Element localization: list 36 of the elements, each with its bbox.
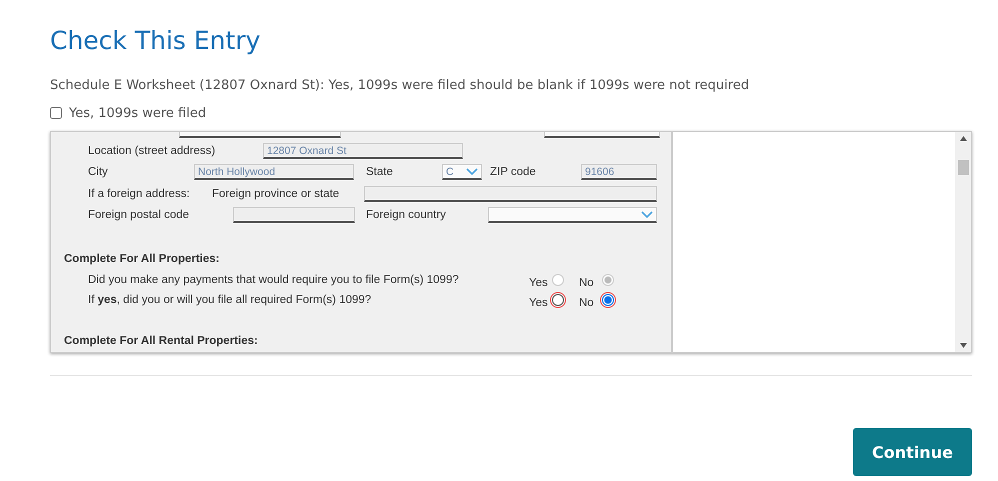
field-label: City (88, 166, 109, 178)
scroll-down-icon[interactable] (960, 343, 966, 348)
checkbox-label: Yes, 1099s were filed (69, 106, 206, 120)
field-label: Foreign postal code (88, 209, 190, 222)
field-label: Location (street address) (88, 144, 216, 157)
section-heading: Complete For All Properties: (63, 252, 220, 267)
page-title: Check This Entry (50, 25, 262, 57)
chevron-down-icon (641, 210, 653, 219)
warning-message: Schedule E Worksheet (12807 Oxnard St): Yes, 1099s were filed should be blank if 1099s were not required (50, 78, 750, 95)
state-dropdown[interactable]: C (442, 164, 482, 180)
option-label: No (579, 276, 595, 289)
field-label: ZIP code (490, 166, 537, 178)
scroll-thumb[interactable] (958, 160, 968, 174)
continue-button[interactable]: Continue (853, 428, 972, 476)
input-field[interactable] (233, 207, 355, 224)
section-heading: Complete For All Rental Properties: (63, 334, 259, 349)
option-label: Yes (529, 296, 549, 309)
scroll-up-icon[interactable] (960, 136, 966, 141)
radio-button[interactable] (602, 294, 614, 306)
filed-checkbox[interactable] (50, 107, 62, 119)
option-label: Yes (529, 276, 549, 289)
input-field[interactable] (364, 186, 657, 202)
field-label: Foreign country (366, 209, 447, 222)
input-field[interactable]: North Hollywood (194, 164, 354, 180)
option-label: No (579, 296, 595, 309)
input-field[interactable]: 91606 (581, 164, 657, 180)
radio-button[interactable] (552, 294, 564, 306)
question-text: If yes, did you or will you file all required Form(s) 1099? (88, 294, 372, 306)
chevron-down-icon (466, 168, 478, 176)
field-label: State (366, 166, 394, 178)
input-field[interactable]: 12807 Oxnard St (263, 142, 463, 159)
field-label: If a foreign address: (88, 188, 191, 200)
country-dropdown[interactable] (488, 207, 657, 224)
scrollbar[interactable] (955, 132, 971, 352)
question-text: Did you make any payments that would require you to file Form(s) 1099? (88, 274, 460, 286)
field-label: Foreign province or state (212, 188, 340, 200)
